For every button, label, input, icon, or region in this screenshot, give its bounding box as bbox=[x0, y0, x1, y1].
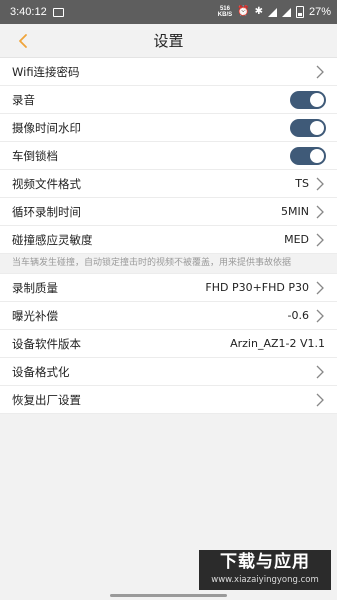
net-speed-unit: KB/S bbox=[217, 12, 233, 18]
setting-wifi-password[interactable]: Wifi连接密码 bbox=[0, 58, 337, 86]
setting-value: FHD P30+FHD P30 bbox=[205, 281, 309, 294]
setting-value: TS bbox=[295, 177, 309, 190]
setting-firmware: 设备软件版本 Arzin_AZ1-2 V1.1 bbox=[0, 330, 337, 358]
chevron-right-icon bbox=[315, 365, 325, 379]
collision-note: 当车辆发生碰撞，自动锁定撞击时的视频不被覆盖，用来提供事故依据 bbox=[0, 254, 337, 274]
setting-format-device[interactable]: 设备格式化 bbox=[0, 358, 337, 386]
setting-value: MED bbox=[284, 233, 309, 246]
setting-factory-reset[interactable]: 恢复出厂设置 bbox=[0, 386, 337, 414]
nav-bar: 设置 bbox=[0, 24, 337, 58]
setting-time-watermark: 摄像时间水印 bbox=[0, 114, 337, 142]
signal-icon-2 bbox=[281, 7, 291, 17]
toggle-knob bbox=[310, 120, 324, 135]
setting-audio: 录音 bbox=[0, 86, 337, 114]
setting-label: 摄像时间水印 bbox=[12, 120, 81, 135]
setting-value: 5MIN bbox=[281, 205, 309, 218]
setting-label: 碰撞感应灵敏度 bbox=[12, 232, 93, 247]
signal-icon-1 bbox=[267, 7, 277, 17]
bluetooth-icon: ✱ bbox=[254, 6, 263, 17]
setting-label: 循环录制时间 bbox=[12, 204, 81, 219]
status-bar: 3:40:12 516 KB/S ⏰ ✱ 27% bbox=[0, 0, 337, 24]
watermark-logo-text: 下载与应用 bbox=[220, 552, 310, 572]
chevron-right-icon bbox=[315, 309, 325, 323]
setting-video-format[interactable]: 视频文件格式 TS bbox=[0, 170, 337, 198]
gallery-icon bbox=[52, 7, 64, 17]
setting-label: 曝光补偿 bbox=[12, 308, 58, 323]
toggle-knob bbox=[310, 92, 324, 107]
audio-toggle[interactable] bbox=[290, 90, 326, 109]
status-time: 3:40:12 bbox=[10, 6, 47, 18]
chevron-right-icon bbox=[315, 281, 325, 295]
chevron-right-icon bbox=[315, 177, 325, 191]
setting-collision-sensitivity[interactable]: 碰撞感应灵敏度 MED bbox=[0, 226, 337, 254]
chevron-right-icon bbox=[315, 65, 325, 79]
setting-value: -0.6 bbox=[287, 309, 309, 322]
setting-label: 录制质量 bbox=[12, 280, 58, 295]
setting-label: Wifi连接密码 bbox=[12, 64, 80, 79]
chevron-right-icon bbox=[315, 393, 325, 407]
setting-exposure[interactable]: 曝光补偿 -0.6 bbox=[0, 302, 337, 330]
watermark-url: www.xiazaiyingyong.com bbox=[211, 575, 319, 585]
settings-list: Wifi连接密码 录音 摄像时间水印 车倒锁档 视频文件格式 TS 循环录制时间… bbox=[0, 58, 337, 414]
setting-label: 设备软件版本 bbox=[12, 336, 81, 351]
chevron-right-icon bbox=[315, 233, 325, 247]
setting-label: 设备格式化 bbox=[12, 364, 70, 379]
site-watermark: 下载与应用 www.xiazaiyingyong.com bbox=[199, 550, 331, 590]
battery-icon bbox=[295, 6, 304, 18]
reverse-lock-toggle[interactable] bbox=[290, 146, 326, 165]
status-icons: 516 KB/S ⏰ ✱ 27% bbox=[218, 6, 331, 18]
setting-label: 恢复出厂设置 bbox=[12, 392, 81, 407]
battery-percent: 27% bbox=[308, 6, 331, 18]
setting-label: 视频文件格式 bbox=[12, 176, 81, 191]
setting-reverse-lock: 车倒锁档 bbox=[0, 142, 337, 170]
setting-label: 录音 bbox=[12, 92, 35, 107]
setting-value: Arzin_AZ1-2 V1.1 bbox=[230, 337, 325, 350]
setting-label: 车倒锁档 bbox=[12, 148, 58, 163]
home-indicator bbox=[110, 594, 227, 597]
time-watermark-toggle[interactable] bbox=[290, 118, 326, 137]
setting-loop-record[interactable]: 循环录制时间 5MIN bbox=[0, 198, 337, 226]
page-title: 设置 bbox=[153, 32, 184, 50]
setting-record-quality[interactable]: 录制质量 FHD P30+FHD P30 bbox=[0, 274, 337, 302]
toggle-knob bbox=[310, 148, 324, 163]
alarm-icon: ⏰ bbox=[237, 6, 250, 17]
net-speed: 516 KB/S bbox=[218, 6, 232, 18]
chevron-right-icon bbox=[315, 205, 325, 219]
